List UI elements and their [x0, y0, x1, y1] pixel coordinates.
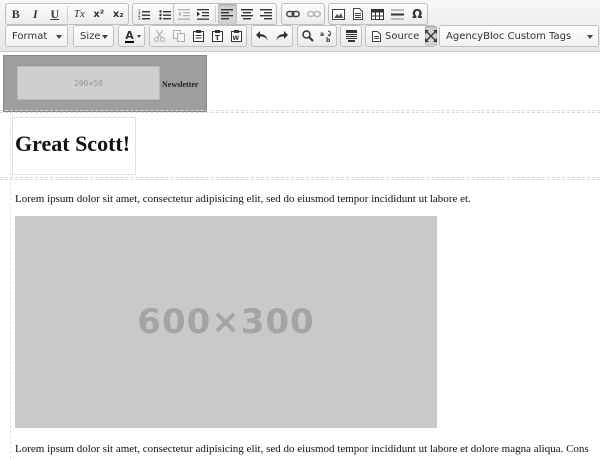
- text-color-button[interactable]: A: [119, 26, 144, 46]
- format-dropdown[interactable]: Format: [5, 25, 68, 47]
- outdent-icon[interactable]: [174, 4, 193, 24]
- italic-button[interactable]: I: [26, 4, 46, 24]
- section-divider: [0, 112, 600, 113]
- chevron-down-icon: [56, 35, 62, 39]
- svg-text:3: 3: [138, 16, 141, 20]
- source-button-label: Source: [385, 30, 420, 42]
- clipboard-group: T W: [149, 25, 247, 47]
- toolbar-row-2: Format Size A T W a b Source AgencyBloc …: [0, 25, 600, 49]
- find-group: ab: [297, 25, 337, 47]
- svg-text:W: W: [232, 35, 239, 42]
- indent-align-group: [173, 3, 277, 25]
- section-divider: [0, 177, 600, 178]
- paragraph-2: Lorem ipsum dolor sit amet, consectetur …: [15, 443, 589, 455]
- custom-tags-dropdown[interactable]: AgencyBloc Custom Tags: [439, 25, 599, 47]
- source-icon: [372, 30, 381, 42]
- source-button[interactable]: Source: [366, 26, 425, 46]
- text-color-group: A: [118, 25, 145, 47]
- list-group: 123: [132, 3, 178, 25]
- link-group: [281, 3, 325, 25]
- maximize-icon[interactable]: [425, 26, 438, 46]
- align-center-icon[interactable]: [237, 4, 256, 24]
- templates-icon[interactable]: [341, 26, 361, 46]
- undo-icon[interactable]: [252, 26, 272, 46]
- editor-content[interactable]: 200×50 Newsletter Great Scott! Lorem ips…: [0, 53, 600, 459]
- size-dropdown[interactable]: Size: [73, 25, 114, 47]
- superscript-button[interactable]: x²: [89, 4, 109, 24]
- link-icon[interactable]: [282, 4, 303, 24]
- toolbar-row-1: B I U Tx x² x₂ 123 Ω: [0, 3, 600, 27]
- insert-group: Ω: [328, 3, 428, 25]
- horizontal-rule-icon[interactable]: [388, 4, 408, 24]
- indent-icon[interactable]: [193, 4, 212, 24]
- svg-text:a: a: [320, 31, 324, 38]
- source-group: Source: [365, 25, 438, 47]
- template-group: [340, 25, 362, 47]
- image-icon[interactable]: [329, 4, 349, 24]
- editor-toolbar: B I U Tx x² x₂ 123 Ω Format Size A T W a…: [0, 0, 600, 52]
- cut-icon[interactable]: [150, 26, 169, 46]
- bold-button[interactable]: B: [6, 4, 26, 24]
- replace-icon[interactable]: ab: [317, 26, 336, 46]
- text-color-icon: A: [125, 28, 134, 43]
- toolbar-separator: [66, 6, 68, 22]
- section-divider: [0, 179, 600, 180]
- page-title: Great Scott!: [15, 131, 131, 156]
- section-divider: [0, 110, 600, 111]
- custom-tags-label: AgencyBloc Custom Tags: [446, 30, 572, 42]
- basic-styles-group: B I U Tx x² x₂: [5, 3, 129, 25]
- align-left-icon[interactable]: [217, 4, 238, 24]
- copy-icon[interactable]: [169, 26, 188, 46]
- document-icon[interactable]: [349, 4, 369, 24]
- newsletter-label: Newsletter: [162, 80, 199, 89]
- newsletter-header: 200×50 Newsletter: [3, 55, 207, 112]
- unlink-icon[interactable]: [303, 4, 324, 24]
- hero-placeholder-image: 600×300: [15, 216, 437, 428]
- undo-redo-group: [251, 25, 293, 47]
- svg-text:b: b: [326, 37, 331, 42]
- redo-icon[interactable]: [272, 26, 292, 46]
- bulleted-list-icon[interactable]: [154, 4, 175, 24]
- align-right-icon[interactable]: [257, 4, 276, 24]
- chevron-down-icon: [587, 35, 593, 39]
- paste-icon[interactable]: [188, 26, 207, 46]
- paragraph-1: Lorem ipsum dolor sit amet, consectetur …: [15, 193, 471, 205]
- underline-button[interactable]: U: [45, 4, 65, 24]
- search-icon[interactable]: [298, 26, 317, 46]
- chevron-down-icon: [102, 35, 108, 39]
- special-character-icon[interactable]: Ω: [407, 4, 427, 24]
- remove-format-button[interactable]: Tx: [69, 4, 89, 24]
- numbered-list-icon[interactable]: 123: [133, 4, 154, 24]
- chevron-down-icon: [137, 35, 141, 38]
- subscript-button[interactable]: x₂: [109, 4, 129, 24]
- svg-text:T: T: [215, 34, 220, 42]
- format-dropdown-label: Format: [12, 30, 48, 42]
- toolbar-separator: [214, 6, 216, 22]
- content-guide-line: [10, 113, 11, 459]
- paste-word-icon[interactable]: W: [227, 26, 246, 46]
- paste-text-icon[interactable]: T: [208, 26, 227, 46]
- size-dropdown-label: Size: [80, 30, 101, 42]
- logo-placeholder-image: 200×50: [17, 66, 160, 100]
- table-icon[interactable]: [368, 4, 388, 24]
